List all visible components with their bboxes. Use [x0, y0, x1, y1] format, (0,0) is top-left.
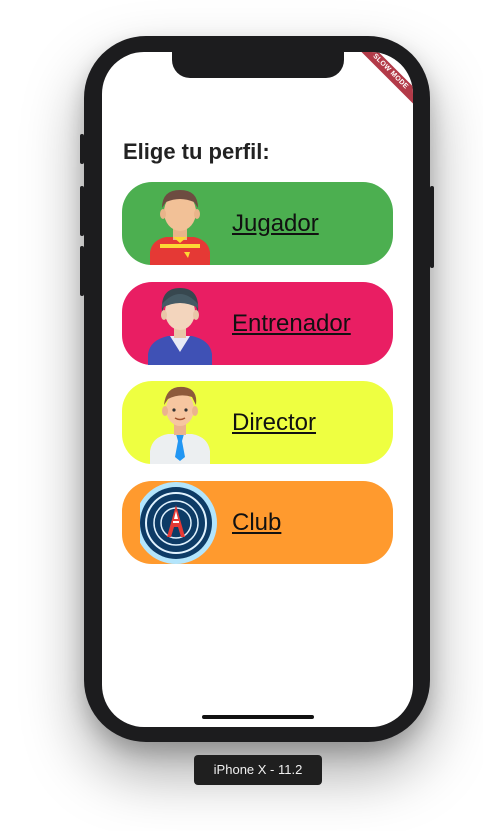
device-side-button [430, 186, 434, 268]
profile-card-entrenador[interactable]: Entrenador [122, 282, 393, 365]
home-indicator [202, 715, 314, 719]
app-screen: SLOW MODE Elige tu perfil: Jugador Entre… [102, 52, 413, 727]
device-side-button [80, 186, 84, 236]
soccer-player-icon [150, 190, 210, 265]
profile-label-entrenador: Entrenador [232, 309, 351, 337]
profile-card-jugador[interactable]: Jugador [122, 182, 393, 265]
profile-label-jugador: Jugador [232, 209, 319, 237]
profile-label-club: Club [232, 508, 282, 536]
profile-card-director[interactable]: Director [122, 381, 393, 464]
club-crest-icon [140, 482, 217, 564]
device-notch [172, 52, 344, 78]
profile-label-director: Director [232, 408, 317, 436]
simulator-device-label: iPhone X - 11.2 [194, 755, 322, 785]
page-title: Elige tu perfil: [123, 139, 270, 164]
director-icon [150, 386, 210, 464]
profile-card-club[interactable]: Club [122, 481, 393, 564]
coach-icon [148, 288, 212, 365]
device-side-button [80, 246, 84, 296]
device-side-button [80, 134, 84, 164]
